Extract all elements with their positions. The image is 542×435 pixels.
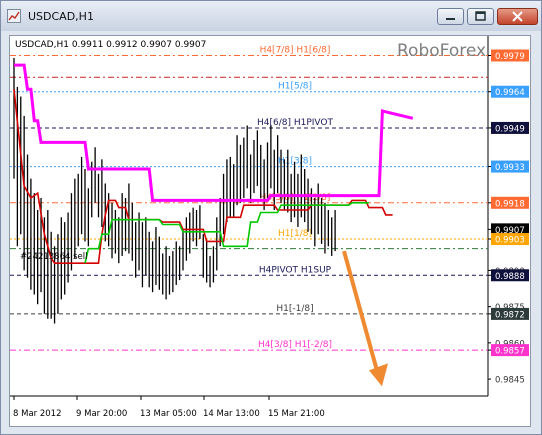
watermark-logo: RoboForex	[397, 41, 486, 61]
window-title: USDCAD,H1	[28, 10, 94, 23]
price-tick-label: 0.9903	[495, 236, 525, 246]
time-tick-label: 9 Mar 20:00	[76, 409, 127, 419]
level-label: H1[5/8]	[278, 82, 312, 92]
level-label: H4PIVOT H1SUP	[259, 265, 332, 275]
chart-area[interactable]: H4[7/8] H1[6/8] H1[5/8] H4[6/8] H1PIVOT H1[…	[9, 35, 531, 427]
order-marker-label: #24213864 sell	[20, 252, 87, 262]
title-bar[interactable]: USDCAD,H1	[1, 1, 541, 31]
level-label: H1[-1/8]	[276, 304, 313, 314]
minimize-icon	[446, 18, 455, 20]
close-button[interactable]	[497, 8, 538, 25]
price-tags: 0.99790.99640.99490.99330.99180.99070.99…	[488, 49, 529, 386]
price-bars	[13, 57, 336, 324]
minimize-button[interactable]	[437, 8, 464, 25]
restore-icon	[475, 11, 486, 21]
price-tick-label: 0.9857	[495, 347, 525, 357]
time-tick-label: 8 Mar 2012	[13, 409, 61, 419]
restore-button[interactable]	[467, 8, 494, 25]
indicator-lines	[13, 63, 414, 264]
close-icon	[512, 11, 523, 22]
price-tick-label: 0.9845	[495, 376, 525, 386]
level-label: H1[1/8]	[278, 229, 312, 239]
price-chart[interactable]: H4[7/8] H1[6/8] H1[5/8] H4[6/8] H1PIVOT H1[…	[10, 36, 530, 426]
price-tick-label: 0.9918	[495, 199, 525, 209]
moving-average-line	[14, 63, 414, 202]
price-tick-label: 0.9949	[495, 124, 525, 134]
price-tick-label: 0.9979	[495, 52, 525, 62]
price-tick-label: 0.9933	[495, 163, 525, 173]
time-tick-label: 13 Mar 05:00	[140, 409, 197, 419]
time-axis-ticks: 8 Mar 2012 9 Mar 20:00 13 Mar 05:00 14 Mar …	[13, 396, 325, 419]
price-tick-label: 0.9964	[495, 88, 525, 98]
chart-window: USDCAD,H1 H4[7/8] H1[6/8] H1[5/8] H4[6/8] …	[0, 0, 542, 435]
forecast-arrow-shaft	[342, 250, 380, 375]
price-tick-label: 0.9872	[495, 310, 525, 320]
time-tick-label: 15 Mar 21:00	[268, 409, 325, 419]
symbol-header: USDCAD,H1 0.9911 0.9912 0.9907 0.9907	[15, 40, 206, 50]
price-tick-label: 0.9888	[495, 272, 525, 282]
level-label: H4[6/8] H1PIVOT	[257, 118, 334, 128]
level-label: H4[3/8] H1[-2/8]	[258, 340, 332, 350]
chart-app-icon	[7, 9, 21, 23]
time-tick-label: 14 Mar 13:00	[203, 409, 260, 419]
forecast-arrow-head	[369, 363, 388, 387]
level-label: H4[7/8] H1[6/8]	[260, 45, 331, 55]
forecast-arrow	[342, 250, 388, 387]
